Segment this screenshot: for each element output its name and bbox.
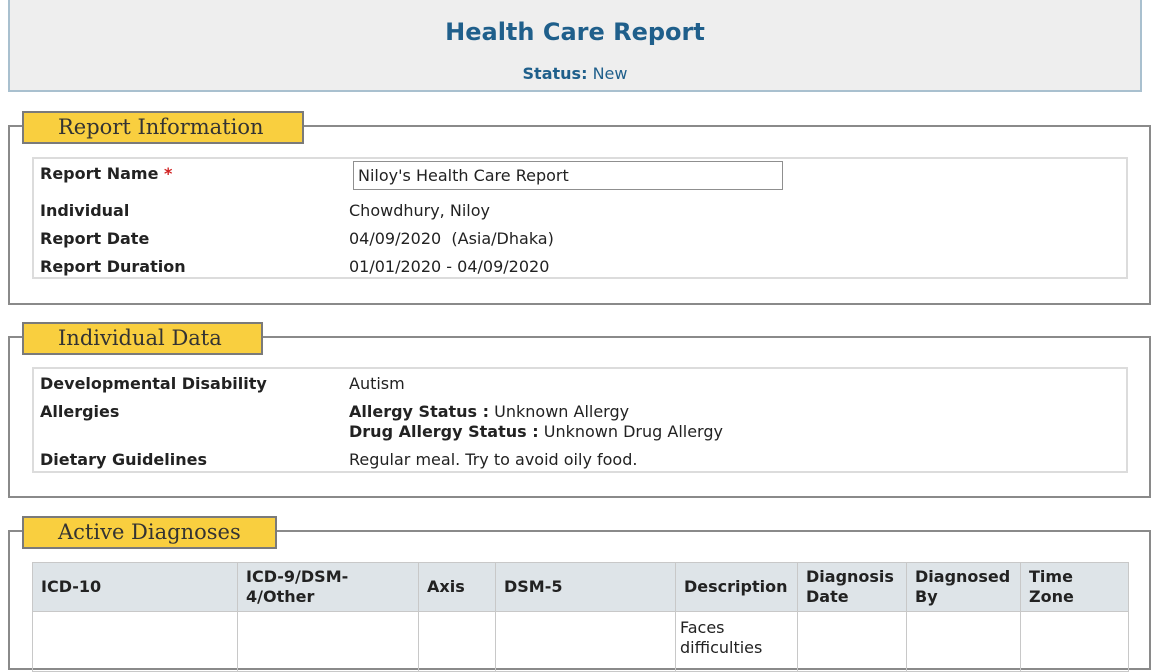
- drug-allergy-status-value: Unknown Drug Allergy: [543, 422, 723, 441]
- dietary-guidelines-value: Regular meal. Try to avoid oily food.: [349, 450, 638, 469]
- column-header-dsm5[interactable]: DSM-5: [495, 562, 676, 612]
- report-duration-label: Report Duration: [40, 257, 186, 276]
- required-marker: *: [164, 164, 173, 183]
- cell-icd10: [32, 611, 238, 672]
- status-value: New: [592, 64, 628, 83]
- status-label: Status:: [522, 64, 588, 83]
- cell-diagnosed-by: [906, 611, 1021, 672]
- diagnoses-header-row: ICD-10 ICD-9/DSM-4/Other Axis DSM-5 Desc…: [32, 562, 1129, 612]
- page-title: Health Care Report: [445, 18, 705, 46]
- report-information-legend: Report Information: [22, 111, 304, 144]
- cell-diagnosis-date: [797, 611, 907, 672]
- report-name-row: Report Name * Niloy's Health Care Report: [40, 159, 1120, 193]
- cell-axis: [418, 611, 496, 672]
- column-header-diagnosed-by[interactable]: Diagnosed By: [906, 562, 1021, 612]
- report-date-value: 04/09/2020 (Asia/Dhaka): [349, 229, 554, 248]
- individual-value: Chowdhury, Niloy: [349, 201, 490, 220]
- column-header-description[interactable]: Description: [675, 562, 798, 612]
- drug-allergy-status-label: Drug Allergy Status :: [349, 422, 539, 441]
- developmental-disability-label: Developmental Disability: [40, 374, 267, 393]
- column-header-diagnosis-date[interactable]: Diagnosis Date: [797, 562, 907, 612]
- cell-time-zone: [1020, 611, 1129, 672]
- report-name-label: Report Name *: [40, 164, 172, 183]
- allergy-status-value: Unknown Allergy: [494, 402, 630, 421]
- column-header-icd9[interactable]: ICD-9/DSM-4/Other: [237, 562, 419, 612]
- report-name-input[interactable]: Niloy's Health Care Report: [353, 161, 783, 190]
- cell-description: Faces difficulties: [675, 611, 798, 672]
- report-information-panel: Report Name * Niloy's Health Care Report…: [32, 157, 1128, 279]
- report-duration-value: 01/01/2020 - 04/09/2020: [349, 257, 550, 276]
- allergy-status: Allergy Status : Unknown Allergy: [349, 402, 629, 421]
- cell-dsm5: [495, 611, 676, 672]
- individual-data-legend: Individual Data: [22, 322, 263, 355]
- column-header-axis[interactable]: Axis: [418, 562, 496, 612]
- report-date-label: Report Date: [40, 229, 150, 248]
- status-line: Status: New: [10, 64, 1140, 83]
- allergies-label: Allergies: [40, 402, 120, 421]
- allergy-status-label: Allergy Status :: [349, 402, 490, 421]
- report-name-label-text: Report Name: [40, 164, 159, 183]
- active-diagnoses-legend: Active Diagnoses: [22, 516, 277, 549]
- column-header-icd10[interactable]: ICD-10: [32, 562, 238, 612]
- report-information-section: Report Information Report Name * Niloy's…: [8, 111, 1151, 305]
- report-header: Health Care Report Status: New: [8, 0, 1142, 92]
- dietary-guidelines-label: Dietary Guidelines: [40, 450, 207, 469]
- table-row: Faces difficulties: [32, 611, 1129, 672]
- individual-label: Individual: [40, 201, 130, 220]
- diagnoses-table: ICD-10 ICD-9/DSM-4/Other Axis DSM-5 Desc…: [32, 562, 1129, 672]
- active-diagnoses-section: Active Diagnoses ICD-10 ICD-9/DSM-4/Othe…: [8, 516, 1151, 672]
- individual-data-section: Individual Data Developmental Disability…: [8, 322, 1151, 498]
- cell-icd9: [237, 611, 419, 672]
- column-header-time-zone[interactable]: Time Zone: [1020, 562, 1129, 612]
- developmental-disability-value: Autism: [349, 374, 405, 393]
- drug-allergy-status: Drug Allergy Status : Unknown Drug Aller…: [349, 422, 723, 441]
- individual-data-panel: Developmental Disability Autism Allergie…: [32, 367, 1128, 473]
